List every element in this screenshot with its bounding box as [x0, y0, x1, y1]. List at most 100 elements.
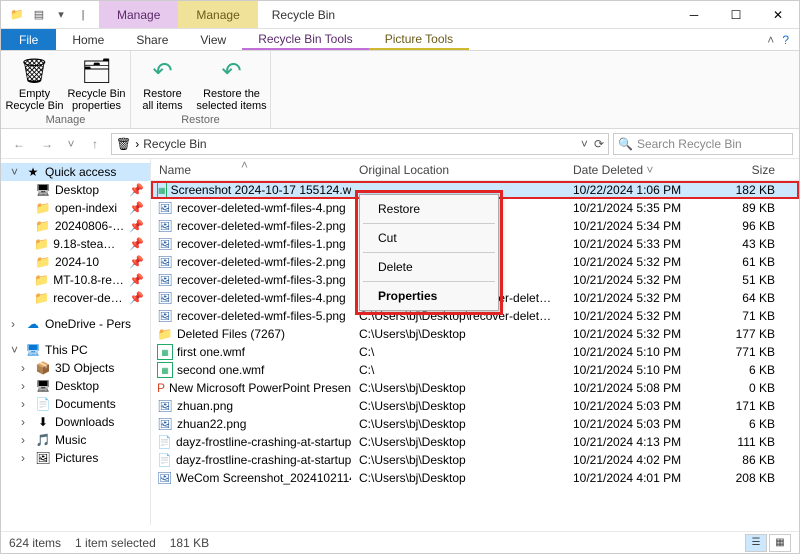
file-name: New Microsoft PowerPoint Present...	[169, 381, 351, 395]
forward-button[interactable]: →	[35, 132, 59, 156]
context-delete[interactable]: Delete	[362, 255, 496, 279]
nav-item[interactable]: 📁recover-delete📌	[1, 289, 150, 307]
file-date: 10/21/2024 5:33 PM	[565, 237, 725, 251]
nav-quick-access[interactable]: ˅ ★ Quick access	[1, 163, 150, 181]
expand-icon[interactable]: ˅	[11, 165, 21, 179]
context-cut[interactable]: Cut	[362, 226, 496, 250]
nav-item[interactable]: ›⬇Downloads	[1, 413, 150, 431]
qat-properties-icon[interactable]: ▤	[31, 7, 47, 23]
menu-separator	[363, 281, 495, 282]
file-icon: 📄	[157, 452, 172, 468]
status-selection-count: 1 item selected	[75, 536, 156, 550]
chevron-right-icon[interactable]: ›	[135, 137, 139, 151]
view-thumbnails-button[interactable]: ▦	[769, 534, 791, 552]
context-restore[interactable]: Restore	[362, 197, 496, 221]
nav-item[interactable]: 📁MT-10.8-recov📌	[1, 271, 150, 289]
table-row[interactable]: 🖼zhuan.pngC:\Users\bj\Desktop10/21/2024 …	[151, 397, 799, 415]
ribbon-help-icon[interactable]: ?	[782, 33, 789, 47]
file-name: recover-deleted-wmf-files-5.png	[177, 309, 346, 323]
nav-item[interactable]: 📁open-indexi📌	[1, 199, 150, 217]
table-row[interactable]: 📄dayz-frostline-crashing-at-startup-...C…	[151, 433, 799, 451]
nav-this-pc[interactable]: ˅ 🖥 This PC	[1, 341, 150, 359]
nav-item[interactable]: ›🖥Desktop	[1, 377, 150, 395]
table-row[interactable]: 🖼WeCom Screenshot_20241021148...C:\Users…	[151, 469, 799, 487]
pin-icon: 📌	[129, 219, 144, 233]
restore-all-button[interactable]: ↶ Restoreall items	[132, 55, 194, 114]
file-location: C:\	[351, 345, 565, 359]
file-icon: 🖼	[157, 308, 173, 324]
file-name: recover-deleted-wmf-files-4.png	[177, 291, 346, 305]
menu-separator	[363, 252, 495, 253]
nav-item[interactable]: 🖥Desktop📌	[1, 181, 150, 199]
column-name[interactable]: Name ˄	[151, 163, 351, 177]
file-icon: 🖼	[157, 200, 173, 216]
file-size: 208 KB	[725, 471, 783, 485]
pin-icon: 📌	[129, 273, 144, 287]
cloud-icon: ☁	[25, 317, 41, 331]
file-icon: ▦	[157, 182, 167, 198]
recent-locations-button[interactable]: ˅	[63, 132, 79, 156]
ribbon: 🗑 EmptyRecycle Bin 🗂 Recycle Binproperti…	[1, 51, 799, 129]
restore-selected-icon: ↶	[221, 57, 241, 86]
table-row[interactable]: ▦second one.wmfC:\10/21/2024 5:10 PM6 KB	[151, 361, 799, 379]
expand-icon[interactable]: ˅	[11, 343, 21, 357]
nav-item[interactable]: 📁9.18-steam-ba📌	[1, 235, 150, 253]
table-row[interactable]: 📁Deleted Files (7267)C:\Users\bj\Desktop…	[151, 325, 799, 343]
tab-home[interactable]: Home	[56, 29, 120, 50]
expand-icon[interactable]: ›	[11, 317, 21, 331]
search-input[interactable]: 🔍 Search Recycle Bin	[613, 133, 793, 155]
file-size: 71 KB	[725, 309, 783, 323]
nav-item[interactable]: ›🖼Pictures	[1, 449, 150, 467]
table-row[interactable]: ▦first one.wmfC:\10/21/2024 5:10 PM771 K…	[151, 343, 799, 361]
qat-separator: |	[75, 7, 91, 23]
column-original-location[interactable]: Original Location	[351, 163, 565, 177]
restore-all-icon: ↶	[152, 57, 172, 86]
file-name: dayz-frostline-crashing-at-startup-...	[176, 453, 351, 467]
table-row[interactable]: 📄dayz-frostline-crashing-at-startup-...C…	[151, 451, 799, 469]
qat-dropdown-icon[interactable]: ▾	[53, 7, 69, 23]
quick-access-toolbar: 📁 ▤ ▾ |	[1, 7, 99, 23]
file-name: Screenshot 2024-10-17 155124.wmf	[171, 183, 351, 197]
restore-selected-button[interactable]: ↶ Restore theselected items	[194, 55, 270, 114]
empty-recycle-bin-button[interactable]: 🗑 EmptyRecycle Bin	[4, 55, 66, 114]
tab-file[interactable]: File	[1, 29, 56, 50]
tab-picture-tools[interactable]: Picture Tools	[369, 29, 469, 50]
tab-view[interactable]: View	[184, 29, 242, 50]
nav-item[interactable]: ›📦3D Objects	[1, 359, 150, 377]
address-dropdown-icon[interactable]: ˅	[581, 137, 588, 151]
column-date-deleted[interactable]: Date Deleted ˅	[565, 163, 725, 177]
file-size: 111 KB	[725, 435, 783, 449]
up-button[interactable]: ↑	[83, 132, 107, 156]
close-button[interactable]: ✕	[757, 1, 799, 28]
breadcrumb[interactable]: Recycle Bin	[143, 137, 206, 151]
nav-onedrive[interactable]: › ☁ OneDrive - Pers	[1, 315, 150, 333]
nav-item[interactable]: 📁2024-10📌	[1, 253, 150, 271]
table-row[interactable]: PNew Microsoft PowerPoint Present...C:\U…	[151, 379, 799, 397]
file-date: 10/21/2024 5:03 PM	[565, 417, 725, 431]
tab-recyclebin-tools[interactable]: Recycle Bin Tools	[242, 29, 369, 50]
file-size: 64 KB	[725, 291, 783, 305]
nav-item[interactable]: 📁20240806-op📌	[1, 217, 150, 235]
address-box[interactable]: 🗑 › Recycle Bin ˅ ⟳	[111, 133, 609, 155]
pin-icon: 📌	[129, 291, 144, 305]
ribbon-collapse-icon[interactable]: ˄	[767, 33, 774, 47]
view-details-button[interactable]: ☰	[745, 534, 767, 552]
ribbon-group-manage: Manage	[46, 114, 86, 128]
column-size[interactable]: Size	[725, 163, 783, 177]
minimize-button[interactable]: ─	[673, 1, 715, 28]
table-row[interactable]: 🖼zhuan22.pngC:\Users\bj\Desktop10/21/202…	[151, 415, 799, 433]
file-icon: ▦	[157, 344, 173, 360]
star-icon: ★	[25, 165, 41, 179]
folder-icon: 📁	[35, 219, 51, 233]
recycle-bin-properties-button[interactable]: 🗂 Recycle Binproperties	[66, 55, 128, 114]
nav-item[interactable]: ›📄Documents	[1, 395, 150, 413]
tab-share[interactable]: Share	[120, 29, 184, 50]
maximize-button[interactable]: ☐	[715, 1, 757, 28]
refresh-icon[interactable]: ⟳	[594, 137, 604, 151]
nav-item[interactable]: ›🎵Music	[1, 431, 150, 449]
file-date: 10/22/2024 1:06 PM	[565, 183, 725, 197]
context-properties[interactable]: Properties	[362, 284, 496, 308]
back-button[interactable]: ←	[7, 132, 31, 156]
file-name: first one.wmf	[177, 345, 245, 359]
sort-asc-icon: ˄	[241, 158, 248, 172]
